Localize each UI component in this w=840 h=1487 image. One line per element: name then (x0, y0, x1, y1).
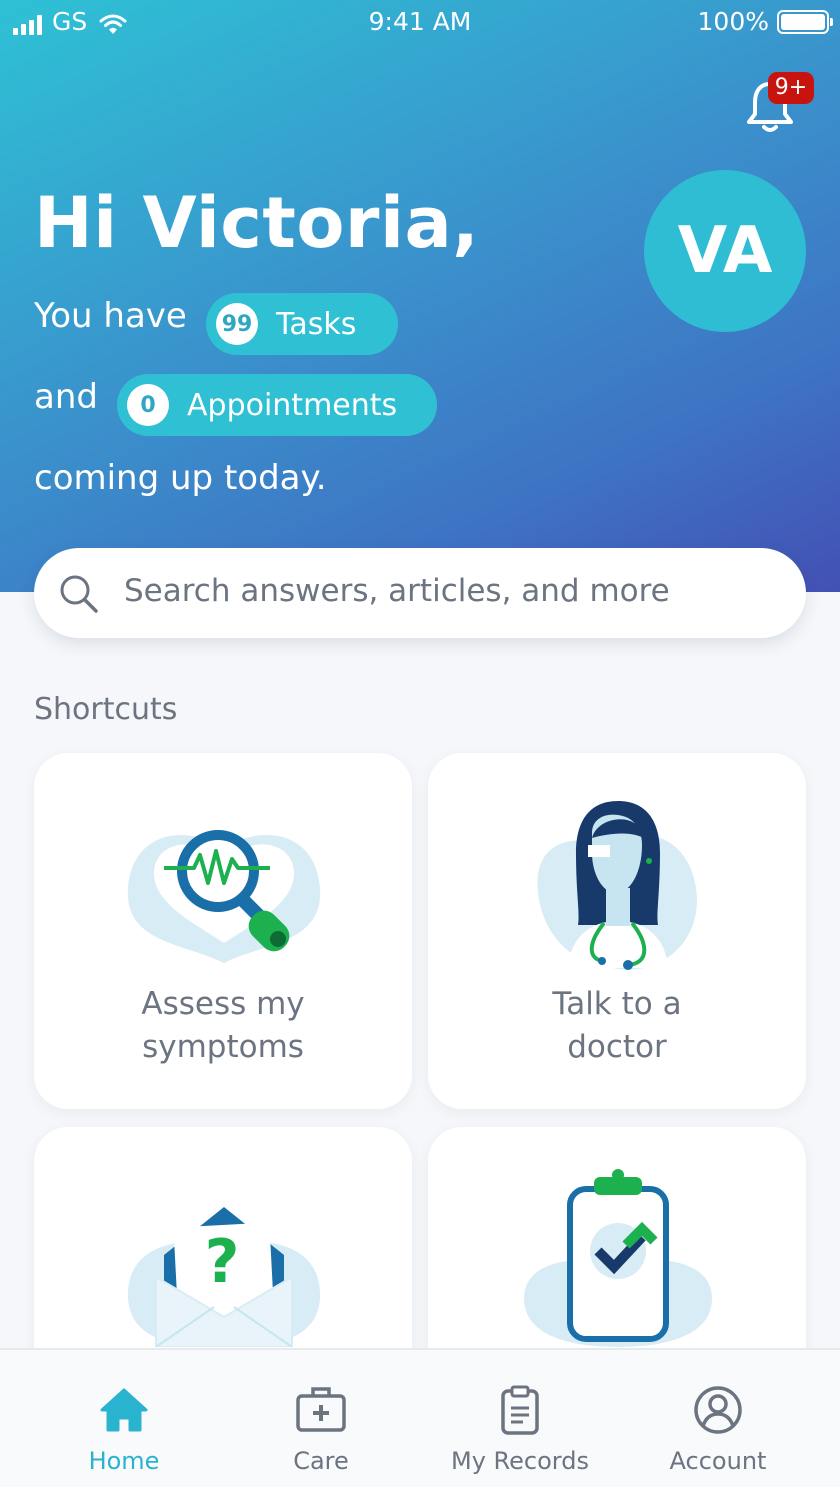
status-bar: GS 9:41 AM 100% (0, 0, 840, 46)
battery-percentage: 100% (697, 7, 769, 36)
tasks-count: 99 (216, 303, 258, 345)
tab-label: My Records (451, 1447, 589, 1475)
question-envelope-icon: ? (127, 1207, 321, 1347)
appointments-label: Appointments (187, 387, 398, 423)
tab-home[interactable]: Home (34, 1380, 214, 1480)
doctor-icon (537, 801, 697, 970)
avatar[interactable]: VA (644, 170, 806, 332)
tab-my-records[interactable]: My Records (430, 1380, 610, 1480)
greeting-suffix: coming up today. (34, 458, 327, 498)
shortcut-label: Talk to a doctor (552, 986, 682, 1065)
svg-text:?: ? (205, 1227, 240, 1297)
shortcut-label: Assess my symptoms (141, 986, 305, 1065)
tab-label: Care (293, 1447, 349, 1475)
clipboard-check-icon (523, 1169, 713, 1347)
tab-label: Home (88, 1447, 160, 1475)
greeting-and: and (34, 377, 98, 417)
shortcut-assess-symptoms[interactable]: Assess my symptoms (34, 753, 412, 1109)
magnifier-heart-icon (127, 830, 321, 963)
greeting-line-prefix: You have (34, 296, 187, 336)
shortcuts-title: Shortcuts (34, 692, 178, 727)
search-placeholder: Search answers, articles, and more (124, 573, 670, 609)
tab-label: Account (669, 1447, 767, 1475)
tasks-label: Tasks (276, 306, 357, 342)
user-icon (694, 1386, 742, 1434)
clipboard-icon (501, 1385, 539, 1435)
search-icon (60, 575, 98, 613)
tab-account[interactable]: Account (628, 1380, 808, 1480)
home-icon (100, 1388, 148, 1432)
tab-care[interactable]: Care (231, 1380, 411, 1480)
battery-icon (777, 10, 833, 34)
appointments-pill[interactable]: 0 Appointments (117, 374, 437, 436)
notification-badge: 9+ (768, 72, 814, 104)
appointments-count: 0 (127, 384, 169, 426)
avatar-initials: VA (677, 214, 773, 288)
greeting-title: Hi Victoria, (34, 182, 480, 264)
shortcut-talk-to-doctor[interactable]: Talk to a doctor (428, 753, 806, 1109)
medical-kit-icon (296, 1387, 346, 1432)
tasks-pill[interactable]: 99 Tasks (206, 293, 398, 355)
